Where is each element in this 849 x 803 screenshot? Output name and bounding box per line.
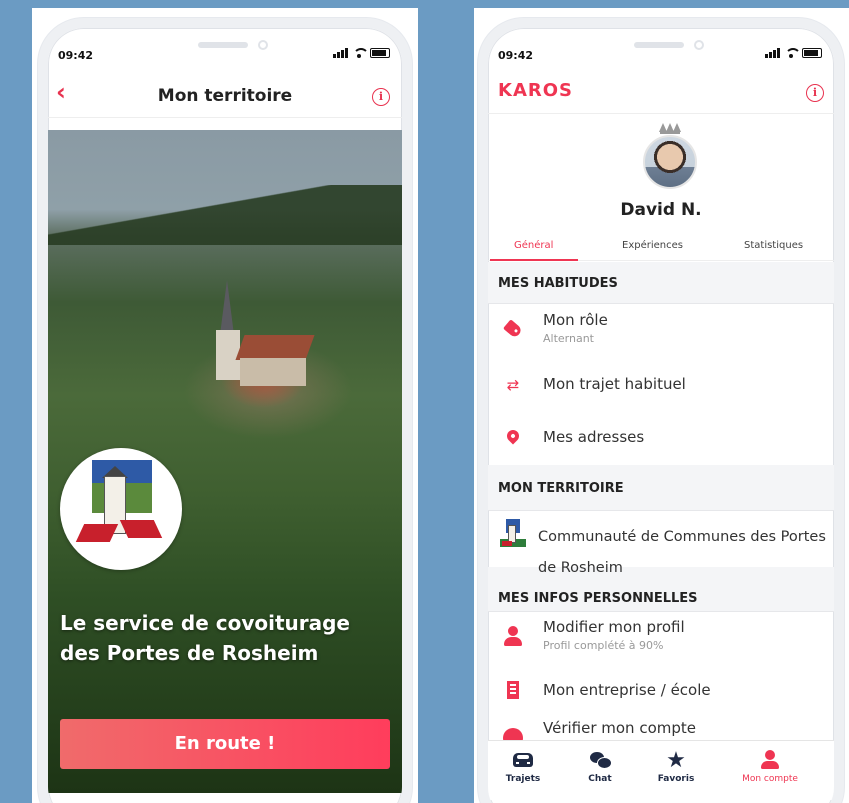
nav-label: Chat bbox=[588, 774, 612, 784]
wifi-icon bbox=[353, 48, 369, 58]
list-item-label: Mon entreprise / école bbox=[543, 681, 711, 699]
car-icon bbox=[488, 749, 563, 771]
nav-label: Mon compte bbox=[742, 774, 798, 784]
nav-label: Trajets bbox=[505, 774, 541, 784]
list-item-trajet-habituel[interactable]: ⇄ Mon trajet habituel bbox=[488, 360, 834, 414]
hero-landscape-image: Le service de covoiturage des Portes de … bbox=[48, 130, 402, 793]
left-screenshot-panel: 09:42 ‹ Mon territoire i Le service de c… bbox=[32, 8, 418, 803]
active-tab-indicator bbox=[490, 259, 578, 261]
signal-icon bbox=[333, 48, 348, 58]
bottom-navigation: Trajets Chat ★ Favoris Mon compte bbox=[488, 740, 834, 800]
list-item-verifier-compte[interactable]: Vérifier mon compte bbox=[488, 719, 834, 741]
map-pin-icon bbox=[502, 426, 524, 448]
hero-tagline: Le service de covoiturage des Portes de … bbox=[60, 611, 350, 665]
user-name: David N. bbox=[620, 200, 702, 220]
tab-general[interactable]: Général bbox=[514, 240, 553, 251]
building-icon bbox=[502, 679, 524, 701]
section-header-territoire: MON TERRITOIRE bbox=[488, 465, 834, 511]
screen-header: ‹ Mon territoire i bbox=[48, 68, 402, 118]
status-time: 09:42 bbox=[498, 49, 534, 62]
account-icon bbox=[730, 749, 810, 771]
battery-icon bbox=[370, 48, 390, 58]
nav-trajets[interactable]: Trajets bbox=[488, 749, 563, 784]
church-roof bbox=[235, 335, 315, 360]
karos-logo: KAROS bbox=[498, 80, 574, 101]
status-icons bbox=[333, 48, 390, 58]
status-icons bbox=[765, 48, 822, 58]
page-title: Mon territoire bbox=[157, 86, 293, 106]
list-item-label: Modifier mon profil bbox=[543, 618, 685, 636]
nav-favoris[interactable]: ★ Favoris bbox=[636, 747, 716, 785]
battery-icon bbox=[802, 48, 822, 58]
info-icon[interactable]: i bbox=[806, 84, 824, 102]
territory-name-continued: de Rosheim bbox=[538, 560, 623, 576]
wifi-icon bbox=[785, 48, 801, 58]
section-header-infos-title: MES INFOS PERSONNELLES bbox=[498, 591, 698, 606]
verified-icon bbox=[502, 727, 524, 741]
phone-frame-left: 09:42 ‹ Mon territoire i Le service de c… bbox=[38, 18, 412, 803]
app-header: KAROS i bbox=[488, 70, 834, 114]
nav-mon-compte[interactable]: Mon compte bbox=[730, 749, 810, 784]
hill-ridge bbox=[48, 185, 402, 245]
list-item-entreprise[interactable]: Mon entreprise / école bbox=[488, 667, 834, 719]
status-bar: 09:42 bbox=[488, 46, 834, 64]
list-item-sublabel: Profil complété à 90% bbox=[543, 639, 664, 652]
list-item-territoire[interactable]: Communauté de Communes des Portes bbox=[488, 511, 834, 567]
status-bar: 09:42 bbox=[48, 46, 402, 64]
list-item-mes-adresses[interactable]: Mes adresses bbox=[488, 414, 834, 464]
nav-chat[interactable]: Chat bbox=[560, 749, 640, 784]
territory-logo bbox=[60, 448, 182, 570]
swap-arrows-icon: ⇄ bbox=[506, 376, 520, 394]
list-item-label: Vérifier mon compte bbox=[543, 719, 697, 737]
phone-frame-right: 09:42 KAROS i David N. Général Expérienc… bbox=[478, 18, 844, 803]
logo-red-roof-right bbox=[119, 520, 163, 538]
church-nave bbox=[240, 358, 306, 386]
crown-icon bbox=[659, 122, 681, 134]
tab-statistiques[interactable]: Statistiques bbox=[744, 240, 803, 251]
list-item-label: Mon rôle bbox=[543, 311, 608, 329]
logo-red-roof-left bbox=[75, 524, 119, 542]
right-screenshot-panel: 09:42 KAROS i David N. Général Expérienc… bbox=[474, 8, 849, 803]
chat-icon bbox=[560, 749, 640, 771]
territory-logo-icon bbox=[500, 519, 526, 549]
church-steeple bbox=[220, 280, 234, 335]
list-item-label: Communauté de Communes des Portes bbox=[538, 529, 826, 545]
en-route-button[interactable]: En route ! bbox=[60, 719, 390, 769]
section-header-habitudes: MES HABITUDES bbox=[488, 262, 834, 304]
info-icon[interactable]: i bbox=[372, 88, 390, 106]
star-icon: ★ bbox=[666, 747, 686, 773]
list-item-sublabel: Alternant bbox=[543, 332, 594, 345]
signal-icon bbox=[765, 48, 780, 58]
status-time: 09:42 bbox=[58, 49, 94, 62]
nav-label: Favoris bbox=[657, 774, 695, 784]
avatar[interactable] bbox=[643, 135, 697, 189]
list-item-label: Mon trajet habituel bbox=[543, 375, 686, 393]
list-item-modifier-profil[interactable]: Modifier mon profil Profil complété à 90… bbox=[488, 613, 834, 667]
list-item-mon-role[interactable]: Mon rôle Alternant bbox=[488, 306, 834, 360]
profile-tabs: Général Expériences Statistiques bbox=[488, 231, 834, 261]
person-icon bbox=[502, 625, 524, 647]
list-item-label: Mes adresses bbox=[543, 428, 645, 446]
tab-experiences[interactable]: Expériences bbox=[622, 240, 683, 251]
tag-icon bbox=[502, 318, 524, 340]
